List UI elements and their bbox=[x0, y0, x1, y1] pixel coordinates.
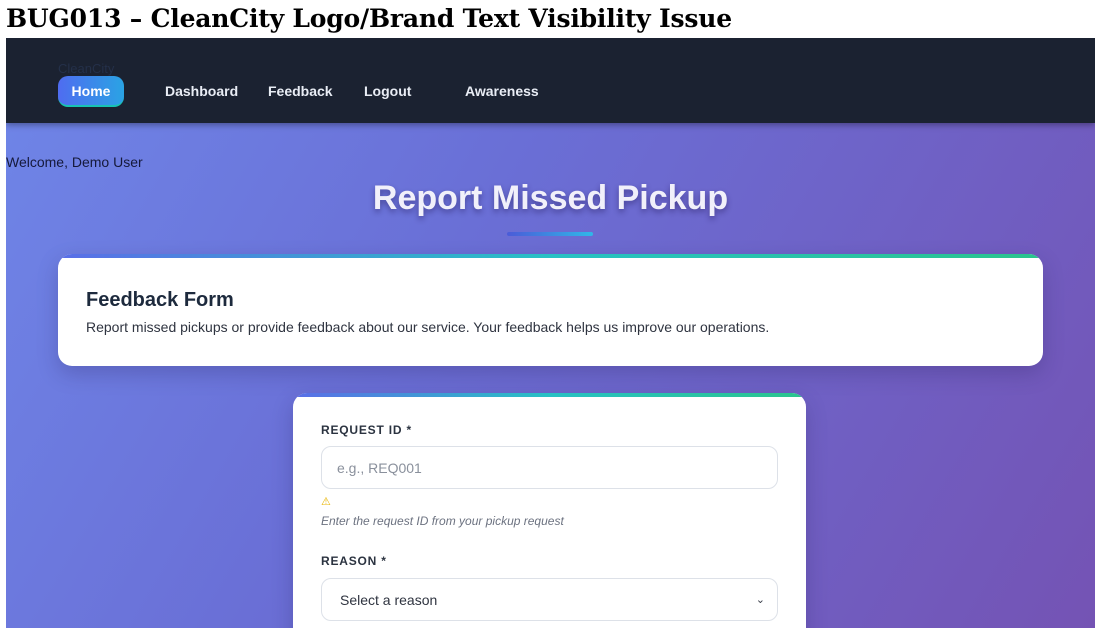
info-card-title: Feedback Form bbox=[86, 289, 234, 311]
form-accent-bar bbox=[293, 393, 806, 397]
chevron-down-icon: ⌄ bbox=[755, 594, 765, 606]
warning-icon: ⚠ bbox=[321, 496, 331, 508]
welcome-message: Welcome, Demo User bbox=[6, 154, 143, 170]
app-screenshot: CleanCity Home Dashboard Feedback Logout… bbox=[6, 38, 1095, 628]
feedback-form-card: REQUEST ID * ⚠ Enter the request ID from… bbox=[293, 393, 806, 628]
request-id-hint: Enter the request ID from your pickup re… bbox=[321, 514, 564, 528]
reason-select-value: Select a reason bbox=[340, 592, 438, 608]
nav-feedback-link[interactable]: Feedback bbox=[268, 83, 333, 99]
title-underline bbox=[507, 232, 593, 236]
page-title: Report Missed Pickup bbox=[372, 179, 729, 217]
nav-home-button[interactable]: Home bbox=[58, 76, 124, 107]
request-id-label: REQUEST ID * bbox=[321, 423, 412, 437]
brand-logo-text[interactable]: CleanCity bbox=[58, 61, 114, 76]
document-title: BUG013 – CleanCity Logo/Brand Text Visib… bbox=[6, 4, 732, 33]
feedback-info-card: Feedback Form Report missed pickups or p… bbox=[58, 254, 1043, 366]
reason-select[interactable]: Select a reason ⌄ bbox=[321, 578, 778, 621]
card-accent-bar bbox=[58, 254, 1043, 258]
request-id-input[interactable] bbox=[321, 446, 778, 489]
nav-awareness-link[interactable]: Awareness bbox=[465, 83, 539, 99]
nav-dashboard-link[interactable]: Dashboard bbox=[165, 83, 238, 99]
navbar: CleanCity Home Dashboard Feedback Logout… bbox=[6, 38, 1095, 123]
reason-label: REASON * bbox=[321, 554, 387, 568]
nav-logout-link[interactable]: Logout bbox=[364, 83, 411, 99]
info-card-description: Report missed pickups or provide feedbac… bbox=[86, 319, 770, 335]
